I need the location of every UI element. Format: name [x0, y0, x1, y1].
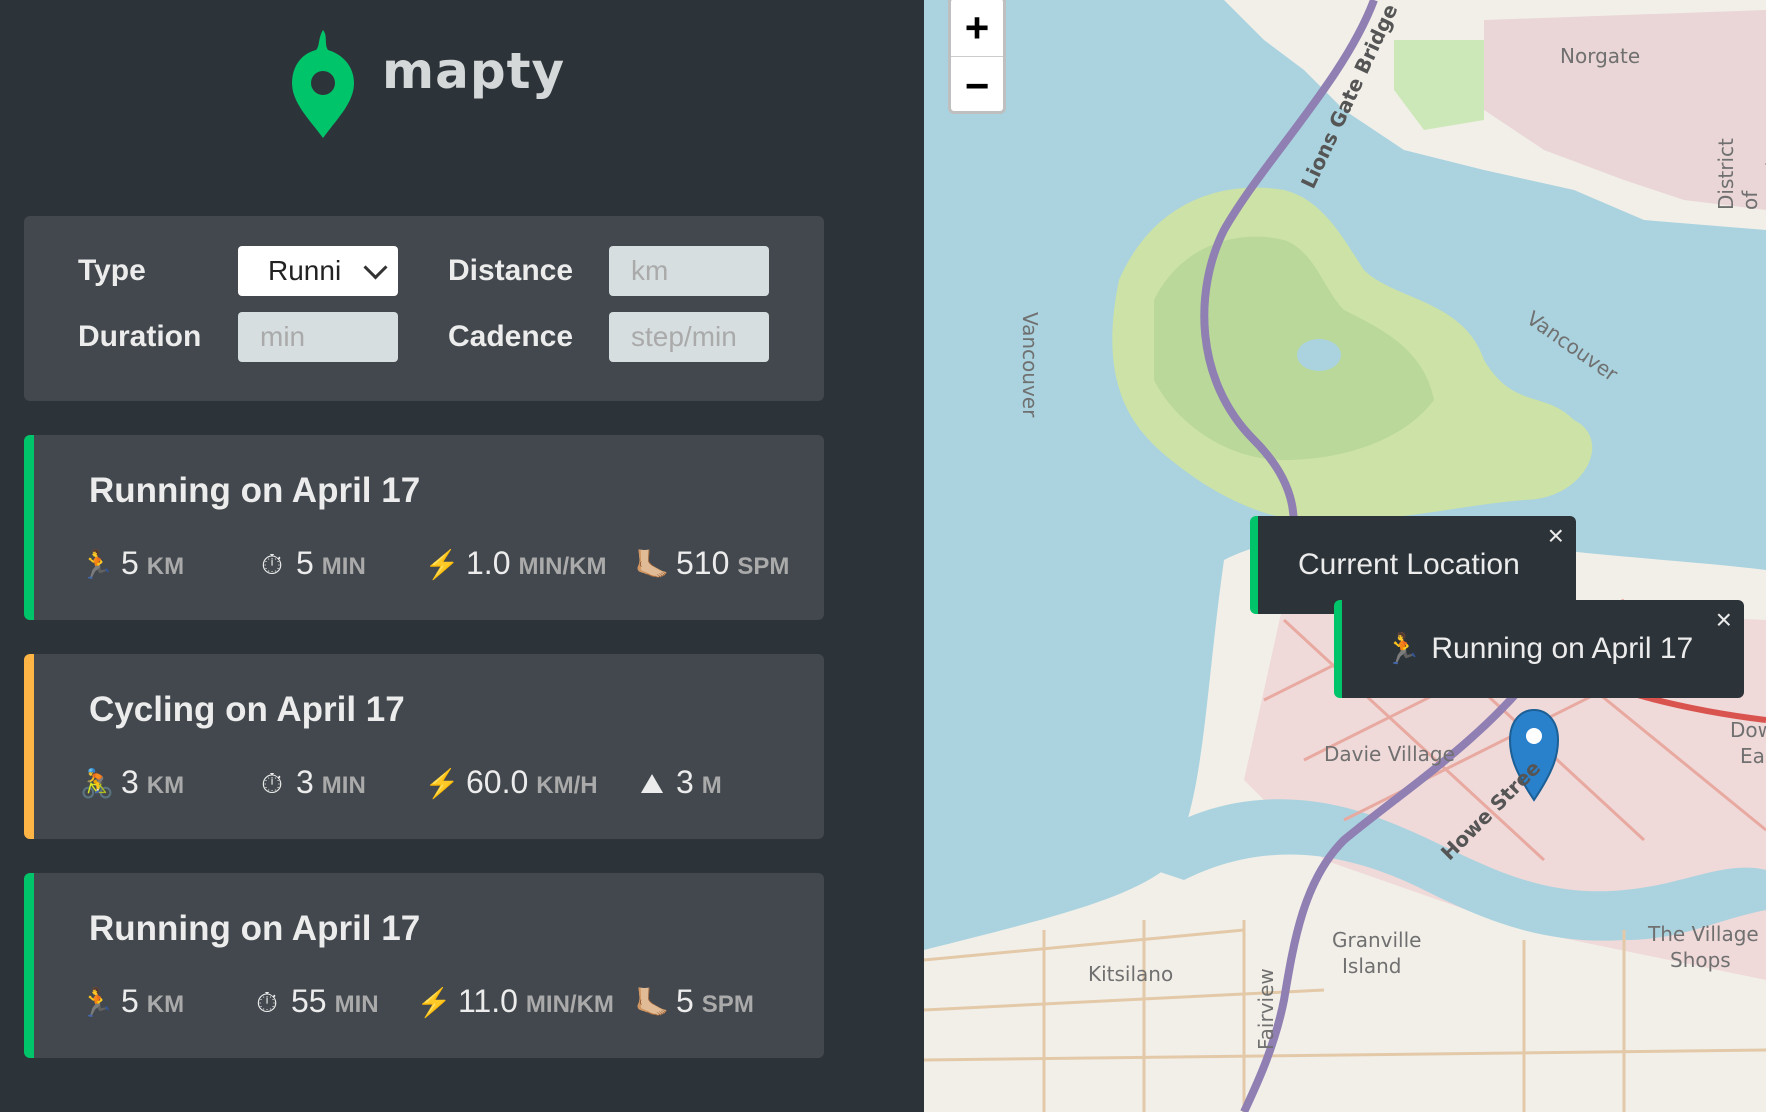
distance-value: 3: [121, 764, 139, 800]
stopwatch-icon: ⏱: [261, 768, 283, 799]
type-select[interactable]: Runni: [238, 246, 398, 296]
map-label-the-village: The Village: [1648, 922, 1759, 946]
app-name: mapty: [382, 42, 566, 100]
distance-input[interactable]: km: [609, 246, 769, 296]
zoom-out-button[interactable]: −: [951, 56, 1003, 114]
distance-value: 5: [121, 545, 139, 581]
cadence-placeholder: step/min: [631, 321, 737, 352]
map-label-granville: Granville: [1332, 928, 1422, 952]
elevation-value: 3: [676, 764, 694, 800]
map-label-vancouver-vertical: Vancouver: [1018, 312, 1042, 418]
workout-detail-pace: ⚡️ 1.0 min/km: [424, 545, 607, 582]
speed-value: 60.0: [466, 764, 529, 800]
sidebar: mapty Type Runni Distance km Duration mi…: [0, 0, 924, 1112]
foot-icon: 🦶🏼: [634, 549, 670, 580]
duration-placeholder: min: [260, 321, 306, 352]
map-label-fairview: Fairview: [1254, 968, 1278, 1050]
cadence-value: 5: [676, 983, 694, 1019]
cadence-value: 510: [676, 545, 730, 581]
distance-unit: km: [146, 991, 185, 1018]
workout-detail-duration: ⏱ 5 min: [254, 545, 366, 582]
map-label-island: Island: [1342, 954, 1402, 978]
map-pin-logo-icon: [292, 30, 354, 138]
workout-item[interactable]: Cycling on April 17 🚴 3 km ⏱ 3 min ⚡️ 60…: [24, 654, 824, 839]
workout-title: Running on April 17: [89, 909, 421, 948]
cadence-label: Cadence: [448, 320, 574, 353]
workout-form: Type Runni Distance km Duration min Cade…: [24, 216, 824, 401]
workout-title: Running on April 17: [89, 471, 421, 510]
distance-value: 5: [121, 983, 139, 1019]
close-icon[interactable]: ×: [1716, 604, 1732, 636]
runner-icon: 🏃: [79, 549, 115, 580]
type-label: Type: [78, 254, 146, 287]
zoom-control: + −: [948, 0, 1006, 114]
map-label-kitsilano: Kitsilano: [1088, 962, 1174, 986]
pace-unit: min/km: [525, 991, 614, 1018]
map-label-eas: Eas: [1740, 744, 1766, 768]
duration-unit: min: [334, 991, 379, 1018]
distance-label: Distance: [448, 254, 574, 287]
workout-detail-pace: ⚡️ 11.0 min/km: [416, 983, 614, 1020]
workout-detail-duration: ⏱ 3 min: [254, 764, 366, 801]
lightning-icon: ⚡️: [416, 987, 452, 1018]
foot-icon: 🦶🏼: [634, 987, 670, 1018]
map-label-dow: Dow: [1730, 718, 1766, 742]
workout-popup: 🏃 Running on April 17 ×: [1334, 600, 1744, 698]
cyclist-icon: 🚴: [79, 768, 115, 799]
logo: mapty: [290, 28, 565, 140]
type-select-value: Runni: [268, 255, 342, 286]
elevation-unit: m: [701, 772, 722, 799]
distance-unit: km: [146, 553, 185, 580]
zoom-in-button[interactable]: +: [951, 0, 1003, 56]
map[interactable]: Norgate District of North Vanco Lions Ga…: [924, 0, 1766, 1112]
workout-detail-distance: 🏃 5 km: [79, 983, 185, 1020]
lightning-icon: ⚡️: [424, 768, 460, 799]
map-label-davie-village: Davie Village: [1324, 742, 1455, 766]
stopwatch-icon: ⏱: [256, 987, 278, 1018]
pace-unit: min/km: [518, 553, 607, 580]
mountain-icon: ⛰: [640, 768, 664, 799]
speed-unit: km/h: [536, 772, 598, 799]
close-icon[interactable]: ×: [1548, 520, 1564, 552]
popup-text: Running on April 17: [1431, 632, 1694, 665]
map-label-shops: Shops: [1670, 948, 1731, 972]
workout-item[interactable]: Running on April 17 🏃 5 km ⏱ 5 min ⚡️ 1.…: [24, 435, 824, 620]
duration-value: 5: [296, 545, 314, 581]
duration-input[interactable]: min: [238, 312, 398, 362]
distance-placeholder: km: [631, 255, 669, 286]
workout-detail-cadence: 🦶🏼 510 spm: [634, 545, 790, 582]
runner-icon: 🏃: [79, 987, 115, 1018]
cadence-unit: spm: [737, 553, 790, 580]
popup-text: Current Location: [1298, 548, 1520, 581]
workout-detail-elevation: ⛰ 3 m: [634, 764, 722, 801]
runner-icon: 🏃: [1384, 632, 1422, 666]
workout-title: Cycling on April 17: [89, 690, 405, 729]
workout-detail-speed: ⚡️ 60.0 km/h: [424, 764, 598, 801]
duration-value: 55: [291, 983, 327, 1019]
workout-detail-cadence: 🦶🏼 5 spm: [634, 983, 754, 1020]
cadence-unit: spm: [701, 991, 754, 1018]
workout-detail-distance: 🏃 5 km: [79, 545, 185, 582]
chevron-down-icon: [363, 254, 388, 280]
duration-unit: min: [321, 553, 366, 580]
workout-detail-distance: 🚴 3 km: [79, 764, 185, 801]
workout-detail-duration: ⏱ 55 min: [249, 983, 379, 1020]
map-label-norgate: Norgate: [1560, 44, 1641, 68]
stopwatch-icon: ⏱: [261, 549, 283, 580]
distance-unit: km: [146, 772, 185, 799]
lightning-icon: ⚡️: [424, 549, 460, 580]
map-label-district: District of North Vanco: [1714, 138, 1766, 210]
duration-label: Duration: [78, 320, 202, 353]
pace-value: 1.0: [466, 545, 511, 581]
pace-value: 11.0: [458, 983, 518, 1019]
workout-item[interactable]: Running on April 17 🏃 5 km ⏱ 55 min ⚡️ 1…: [24, 873, 824, 1058]
duration-value: 3: [296, 764, 314, 800]
cadence-input[interactable]: step/min: [609, 312, 769, 362]
duration-unit: min: [321, 772, 366, 799]
